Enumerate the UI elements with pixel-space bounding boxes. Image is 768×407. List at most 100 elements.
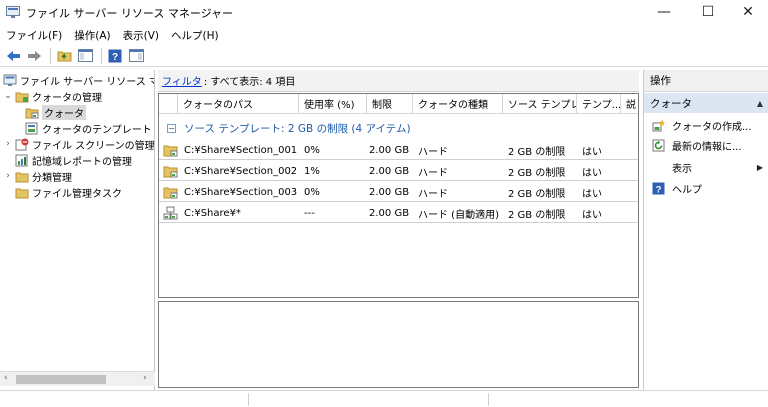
create-quota-icon (652, 118, 665, 131)
cell-template-match: はい (582, 188, 602, 200)
action-label: クォータの作成... (672, 121, 752, 133)
tree-item-fsrm-root[interactable]: ファイル サーバー リソース マネージ (3, 72, 154, 88)
column-header-description[interactable]: 説 (621, 94, 638, 114)
tree-item-quota[interactable]: クォータ (25, 104, 86, 120)
scrollbar-thumb[interactable] (16, 375, 106, 384)
menu-view[interactable]: 表示(V) (123, 28, 159, 43)
expand-icon[interactable]: › (3, 171, 13, 181)
up-folder-icon (57, 51, 71, 62)
tree-item-classification[interactable]: › 分類管理 (3, 168, 72, 184)
up-level-button[interactable] (55, 47, 73, 65)
forward-button[interactable] (25, 47, 43, 65)
cell-template-match: はい (582, 146, 602, 158)
storage-report-icon (15, 154, 28, 166)
svg-text:?: ? (112, 52, 118, 63)
action-label: 表示 (672, 163, 692, 175)
table-row[interactable]: C:¥Share¥Section_001 0% 2.00 GB ハード 2 GB… (159, 140, 638, 160)
help-icon: ? (108, 49, 122, 63)
scroll-left-icon[interactable]: ‹ (4, 373, 8, 383)
actions-header: 操作 (644, 70, 768, 92)
cell-quota-type: ハード (自動適用) (418, 209, 499, 221)
tree-item-label: クォータの管理 (32, 92, 102, 104)
tree-item-label: ファイル管理タスク (32, 188, 122, 200)
table-row[interactable]: C:¥Share¥* --- 2.00 GB ハード (自動適用) 2 GB の… (159, 203, 638, 223)
filter-link[interactable]: フィルタ (162, 73, 202, 88)
cell-source-template: 2 GB の制限 (508, 188, 566, 200)
cell-quota-type: ハード (418, 146, 448, 158)
action-create-quota[interactable]: クォータの作成... (644, 115, 768, 135)
cell-quota-path: C:¥Share¥* (184, 207, 241, 219)
tree-item-storage-reports[interactable]: 記憶域レポートの管理 (15, 152, 132, 168)
svg-text:?: ? (656, 184, 662, 195)
properties-button[interactable] (127, 47, 145, 65)
cell-source-template: 2 GB の制限 (508, 167, 566, 179)
quota-folder-icon (163, 166, 178, 178)
expand-icon[interactable]: › (3, 139, 13, 149)
menu-action[interactable]: 操作(A) (74, 28, 110, 43)
column-header-quota-type[interactable]: クォータの種類 (413, 94, 503, 114)
tree-horizontal-scrollbar[interactable]: ‹ › (0, 371, 155, 386)
menu-file[interactable]: ファイル(F) (6, 28, 62, 43)
column-header-usage[interactable]: 使用率 (%) (299, 94, 367, 114)
cell-template-match: はい (582, 209, 602, 221)
group-header[interactable]: − ソース テンプレート: 2 GB の制限 (4 アイテム) (159, 118, 638, 138)
tree-item-label: 記憶域レポートの管理 (32, 156, 132, 168)
tree-item-file-management-tasks[interactable]: ファイル管理タスク (15, 184, 122, 200)
close-button[interactable]: ✕ (728, 0, 768, 24)
menu-help[interactable]: ヘルプ(H) (171, 28, 219, 43)
menu-bar: ファイル(F) 操作(A) 表示(V) ヘルプ(H) (0, 26, 768, 44)
scroll-right-icon[interactable]: › (143, 373, 147, 383)
quota-folder-icon (163, 145, 178, 157)
actions-section-quota[interactable]: クォータ ▲ (644, 93, 768, 113)
help-icon: ? (652, 182, 665, 195)
filter-summary: : すべて表示: 4 項目 (203, 77, 296, 88)
collapse-group-icon[interactable]: − (167, 123, 176, 133)
show-hide-tree-icon (77, 49, 93, 62)
collapse-section-icon[interactable]: ▲ (757, 99, 763, 108)
back-arrow-icon (6, 50, 20, 61)
properties-icon (128, 49, 144, 62)
title-bar: ファイル サーバー リソース マネージャー — ☐ ✕ (0, 0, 768, 26)
auto-apply-quota-icon (163, 206, 178, 220)
results-pane: フィルタ : すべて表示: 4 項目 クォータのパス 使用率 (%) 制限 クォ… (158, 70, 639, 388)
column-header-icon[interactable] (159, 94, 178, 114)
column-header-quota-path[interactable]: クォータのパス (178, 94, 299, 114)
table-row[interactable]: C:¥Share¥Section_003 0% 2.00 GB ハード 2 GB… (159, 182, 638, 202)
forward-arrow-icon (27, 50, 41, 61)
collapse-icon[interactable]: ⌄ (3, 91, 13, 101)
cell-limit: 2.00 GB (369, 207, 410, 219)
group-label: ソース テンプレート: 2 GB の制限 (4 アイテム) (184, 122, 411, 135)
help-button[interactable]: ? (106, 47, 124, 65)
refresh-icon (652, 139, 665, 151)
action-label: ヘルプ (672, 184, 702, 196)
cell-source-template: 2 GB の制限 (508, 209, 566, 221)
tree-item-label: クォータのテンプレート (42, 124, 152, 136)
cell-template-match: はい (582, 167, 602, 179)
action-refresh[interactable]: 最新の情報に... (644, 135, 768, 155)
column-header-template-match[interactable]: テンプ... (577, 94, 621, 114)
cell-limit: 2.00 GB (369, 186, 410, 198)
action-label: 最新の情報に... (672, 141, 742, 153)
quota-folder-icon (163, 187, 178, 199)
action-view[interactable]: 表示 ▶ (644, 157, 768, 177)
show-hide-tree-button[interactable] (76, 47, 94, 65)
tree-item-quota-management[interactable]: ⌄ クォータの管理 (3, 88, 102, 104)
column-header-source-template[interactable]: ソース テンプレ... (503, 94, 577, 114)
table-row[interactable]: C:¥Share¥Section_002 1% 2.00 GB ハード 2 GB… (159, 161, 638, 181)
tree-item-file-screen[interactable]: › ファイル スクリーンの管理 (3, 136, 154, 152)
submenu-arrow-icon: ▶ (756, 163, 763, 172)
tree-item-label: クォータ (42, 104, 86, 120)
tree-item-quota-templates[interactable]: クォータのテンプレート (25, 120, 152, 136)
back-button[interactable] (4, 47, 22, 65)
window-title: ファイル サーバー リソース マネージャー (26, 7, 234, 20)
quota-management-icon (15, 92, 29, 102)
status-bar (0, 390, 768, 407)
toolbar: ? (0, 45, 768, 67)
minimize-button[interactable]: — (644, 0, 684, 24)
column-header-limit[interactable]: 制限 (367, 94, 413, 114)
action-help[interactable]: ? ヘルプ (644, 178, 768, 198)
classification-icon (15, 172, 29, 182)
filter-bar: フィルタ : すべて表示: 4 項目 (158, 70, 639, 92)
maximize-button[interactable]: ☐ (688, 0, 728, 24)
status-divider (248, 393, 249, 406)
